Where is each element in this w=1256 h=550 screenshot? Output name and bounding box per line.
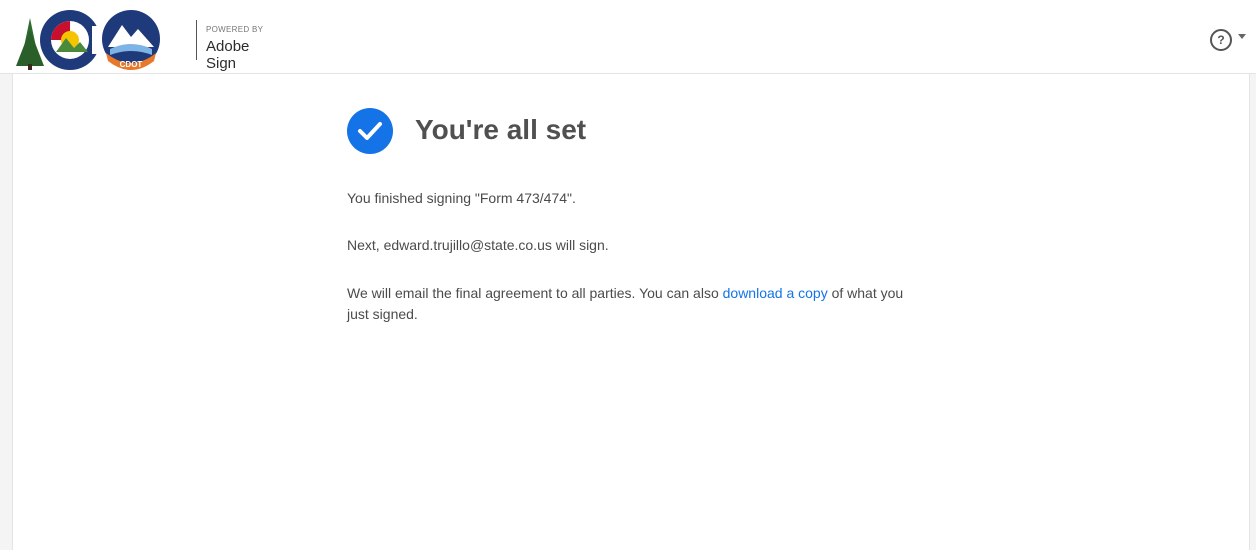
page-title: You're all set xyxy=(415,114,587,145)
cdot-logo: CDOT xyxy=(102,10,160,70)
checkmark-circle-icon xyxy=(347,108,393,154)
cdot-badge-text: CDOT xyxy=(120,60,143,69)
email-message: We will email the final agreement to all… xyxy=(347,283,907,325)
brand-name: Adobe Sign xyxy=(206,38,250,72)
header-divider xyxy=(196,20,197,60)
next-signer-message: Next, edward.trujillo@state.co.us will s… xyxy=(347,237,609,253)
logo-area: CDOT POWERED BY Adobe Sign xyxy=(16,8,276,72)
colorado-logo xyxy=(16,10,102,70)
main-content: You're all set You finished signing "For… xyxy=(12,74,1250,550)
top-header: CDOT POWERED BY Adobe Sign ? xyxy=(0,0,1256,74)
chevron-down-icon xyxy=(1238,34,1246,39)
powered-by-label: POWERED BY xyxy=(206,25,264,34)
help-menu-button[interactable]: ? xyxy=(1210,29,1250,51)
download-copy-link[interactable]: download a copy xyxy=(723,285,828,301)
confirmation-panel: You're all set You finished signing "For… xyxy=(347,106,927,322)
finished-message: You finished signing "Form 473/474". xyxy=(347,190,576,206)
title-row: You're all set xyxy=(347,106,927,160)
question-circle-icon: ? xyxy=(1210,29,1232,51)
email-message-text: We will email the final agreement to all… xyxy=(347,285,723,301)
